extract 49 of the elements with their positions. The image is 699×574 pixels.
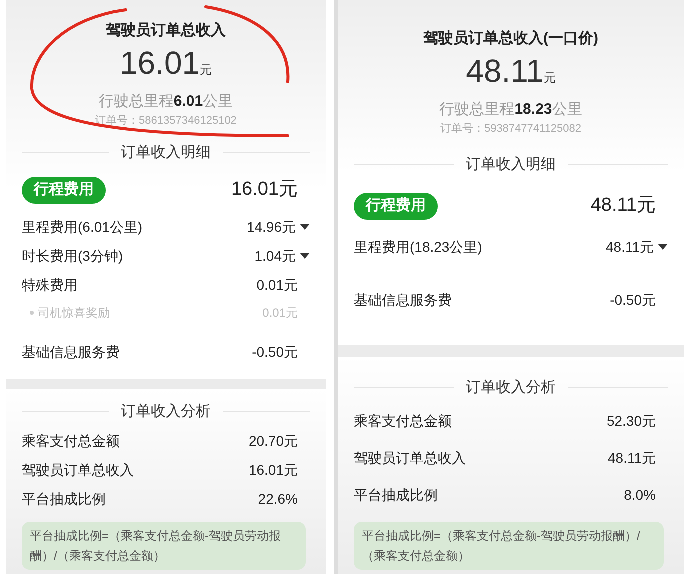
trip-fee-badge: 行程费用 bbox=[354, 193, 438, 220]
trip-fee-badge: 行程费用 bbox=[22, 177, 106, 204]
fee-label: 基础信息服务费 bbox=[354, 290, 452, 310]
bullet-icon bbox=[30, 310, 34, 314]
fee-value: 0.01元 bbox=[256, 276, 298, 294]
section-heading: 订单收入分析 bbox=[121, 402, 211, 422]
fee-value: -0.50元 bbox=[610, 290, 656, 310]
distance-text: 行驶总里程6.01公里 bbox=[98, 92, 234, 112]
fee-label: 时长费用(3分钟) bbox=[22, 246, 124, 266]
trip-total: 16.01元 bbox=[231, 178, 299, 202]
analysis-value: 16.01元 bbox=[248, 461, 298, 480]
order-number: 订单号：5938747741125082 bbox=[440, 122, 582, 137]
analysis-label: 驾驶员订单总收入 bbox=[354, 449, 466, 468]
fee-value: -0.50元 bbox=[252, 342, 298, 362]
amount-unit: 元 bbox=[544, 70, 556, 86]
fee-label: 里程费用(6.01公里) bbox=[22, 218, 143, 237]
total-amount: 48.11 bbox=[466, 52, 544, 90]
formula-note: 平台抽成比例=（乘客支付总金额-驾驶员劳动报酬）/（乘客支付总金额） bbox=[354, 522, 664, 570]
income-title: 驾驶员订单总收入 bbox=[106, 21, 226, 41]
analysis-value: 8.0% bbox=[624, 486, 656, 505]
formula-note: 平台抽成比例=（乘客支付总金额-驾驶员劳动报酬）/（乘客支付总金额） bbox=[22, 522, 306, 570]
section-heading: 订单收入分析 bbox=[466, 378, 556, 398]
caret-icon[interactable] bbox=[300, 224, 310, 230]
analysis-label: 乘客支付总金额 bbox=[22, 432, 120, 451]
analysis-label: 乘客支付总金额 bbox=[354, 412, 452, 431]
analysis-label: 驾驶员订单总收入 bbox=[22, 461, 134, 480]
analysis-value: 22.6% bbox=[258, 490, 298, 509]
analysis-label: 平台抽成比例 bbox=[22, 490, 106, 509]
analysis-value: 52.30元 bbox=[606, 412, 656, 431]
income-title: 驾驶员订单总收入(一口价) bbox=[424, 29, 598, 49]
section-heading: 订单收入明细 bbox=[121, 142, 211, 162]
analysis-value: 20.70元 bbox=[248, 432, 298, 451]
fee-value: 14.96元 bbox=[246, 218, 296, 236]
fee-label: 里程费用(18.23公里) bbox=[354, 238, 482, 257]
amount-unit: 元 bbox=[200, 62, 212, 78]
distance-text: 行驶总里程18.23公里 bbox=[440, 100, 582, 120]
fee-label: 基础信息服务费 bbox=[22, 342, 120, 362]
fee-value: 0.01元 bbox=[262, 304, 298, 322]
caret-icon[interactable] bbox=[658, 244, 668, 250]
fee-label: 特殊费用 bbox=[22, 276, 78, 294]
trip-total: 48.11元 bbox=[590, 194, 657, 218]
section-heading: 订单收入明细 bbox=[466, 154, 556, 174]
caret-icon[interactable] bbox=[300, 253, 310, 259]
total-amount: 16.01 bbox=[120, 44, 200, 82]
fee-value: 1.04元 bbox=[254, 246, 296, 266]
analysis-value: 48.11元 bbox=[608, 449, 656, 468]
analysis-label: 平台抽成比例 bbox=[354, 486, 438, 505]
fee-value: 48.11元 bbox=[606, 238, 654, 256]
sub-fee-label: 司机惊喜奖励 bbox=[38, 304, 110, 322]
